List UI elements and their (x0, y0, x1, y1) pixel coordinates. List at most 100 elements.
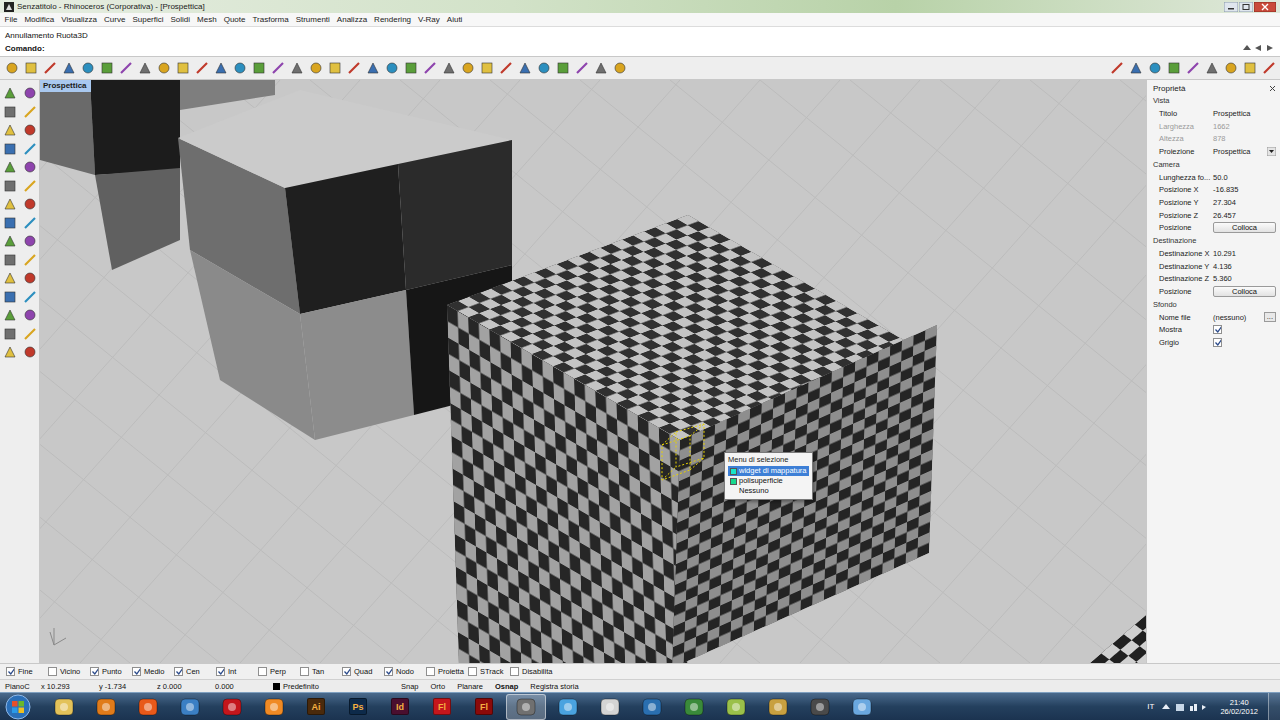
viewport-title[interactable]: Prospettica (40, 80, 91, 92)
toolbar-button[interactable] (1109, 60, 1124, 76)
toolbar-button[interactable] (1166, 60, 1181, 76)
menu-item[interactable]: Superfici (129, 15, 167, 24)
menu-item[interactable]: Solidi (167, 15, 194, 24)
toolbox-button[interactable] (21, 306, 39, 325)
status-toggle[interactable]: Orto (425, 682, 452, 691)
toolbar-button[interactable] (403, 60, 418, 76)
osnap-option[interactable]: Tan (300, 667, 342, 676)
property-checkbox[interactable] (1213, 325, 1222, 334)
osnap-checkbox[interactable] (258, 667, 267, 676)
property-value[interactable]: 878 (1213, 134, 1226, 143)
toolbox-button[interactable] (1, 325, 19, 344)
menu-item[interactable]: Curve (101, 15, 129, 24)
taskbar-app[interactable] (548, 694, 588, 720)
toolbox-button[interactable] (21, 121, 39, 140)
perspective-viewport[interactable]: ProspetticaMenu di selezionewidget di ma… (40, 80, 1146, 663)
osnap-option[interactable]: Proietta (426, 667, 468, 676)
place-button[interactable]: Colloca (1213, 222, 1276, 233)
property-value[interactable]: 50.0 (1213, 173, 1228, 182)
toolbar-button[interactable] (80, 60, 95, 76)
toolbox-button[interactable] (21, 325, 39, 344)
property-value[interactable]: 26.457 (1213, 211, 1236, 220)
property-value[interactable]: -16.835 (1213, 185, 1238, 194)
toolbox-button[interactable] (21, 214, 39, 233)
toolbar-button[interactable] (270, 60, 285, 76)
osnap-checkbox[interactable] (510, 667, 519, 676)
menu-item[interactable]: Quote (220, 15, 249, 24)
taskbar-app[interactable]: Fl (464, 694, 504, 720)
toolbox-button[interactable] (21, 84, 39, 103)
toolbox-button[interactable] (21, 195, 39, 214)
toolbar-button[interactable] (612, 60, 627, 76)
toolbar-button[interactable] (346, 60, 361, 76)
osnap-checkbox[interactable] (174, 667, 183, 676)
toolbox-button[interactable] (1, 232, 19, 251)
toolbox-button[interactable] (21, 232, 39, 251)
selection-menu-item[interactable]: widget di mappatura (728, 466, 809, 476)
taskbar-app[interactable] (506, 694, 546, 720)
toolbar-button[interactable] (1185, 60, 1200, 76)
osnap-checkbox[interactable] (384, 667, 393, 676)
toolbox-button[interactable] (1, 269, 19, 288)
property-value[interactable]: 4.136 (1213, 262, 1232, 271)
command-nav-icon[interactable] (1241, 44, 1275, 52)
current-layer[interactable]: Predefinito (273, 682, 395, 691)
toolbox-button[interactable] (21, 177, 39, 196)
toolbar-button[interactable] (1242, 60, 1257, 76)
taskbar-app[interactable] (800, 694, 840, 720)
taskbar-app[interactable] (86, 694, 126, 720)
restore-icon[interactable] (1239, 2, 1253, 12)
toolbar-button[interactable] (422, 60, 437, 76)
status-toggle[interactable]: Registra storia (524, 682, 584, 691)
corner-object[interactable] (1090, 615, 1146, 663)
menu-item[interactable]: File (1, 15, 21, 24)
toolbar-button[interactable] (517, 60, 532, 76)
close-icon[interactable] (1269, 85, 1276, 92)
taskbar-app[interactable] (44, 694, 84, 720)
toolbox-button[interactable] (21, 288, 39, 307)
toolbar-button[interactable] (498, 60, 513, 76)
taskbar-app[interactable] (758, 694, 798, 720)
toolbar-button[interactable] (574, 60, 589, 76)
toolbox-button[interactable] (21, 140, 39, 159)
toolbox-button[interactable] (1, 84, 19, 103)
toolbar-button[interactable] (42, 60, 57, 76)
menu-item[interactable]: Analizza (333, 15, 370, 24)
osnap-checkbox[interactable] (90, 667, 99, 676)
osnap-option[interactable]: Disabilita (510, 667, 556, 676)
osnap-option[interactable]: Perp (258, 667, 300, 676)
scene-canvas[interactable] (40, 80, 1146, 663)
taskbar-app[interactable] (254, 694, 294, 720)
toolbox-button[interactable] (1, 343, 19, 362)
toolbar-button[interactable] (1204, 60, 1219, 76)
property-dropdown[interactable]: Prospettica (1213, 147, 1276, 156)
toolbox-button[interactable] (1, 158, 19, 177)
property-value[interactable]: 5.360 (1213, 274, 1232, 283)
toolbar-button[interactable] (536, 60, 551, 76)
selection-menu-item[interactable]: Nessuno (728, 486, 809, 496)
toolbar-button[interactable] (1147, 60, 1162, 76)
osnap-checkbox[interactable] (468, 667, 477, 676)
osnap-checkbox[interactable] (6, 667, 15, 676)
osnap-option[interactable]: Quad (342, 667, 384, 676)
osnap-checkbox[interactable] (216, 667, 225, 676)
toolbox-button[interactable] (21, 103, 39, 122)
osnap-checkbox[interactable] (132, 667, 141, 676)
toolbar-button[interactable] (593, 60, 608, 76)
taskbar-app[interactable] (716, 694, 756, 720)
toolbox-button[interactable] (1, 306, 19, 325)
taskbar-app[interactable] (212, 694, 252, 720)
toolbar-button[interactable] (156, 60, 171, 76)
toolbar-button[interactable] (384, 60, 399, 76)
osnap-option[interactable]: Medio (132, 667, 174, 676)
toolbox-button[interactable] (21, 343, 39, 362)
status-toggle[interactable]: Planare (451, 682, 489, 691)
osnap-option[interactable]: STrack (468, 667, 510, 676)
toolbox-button[interactable] (1, 103, 19, 122)
windows-start-icon[interactable] (4, 693, 32, 720)
osnap-option[interactable]: Vicino (48, 667, 90, 676)
toolbox-button[interactable] (1, 195, 19, 214)
osnap-option[interactable]: Cen (174, 667, 216, 676)
construction-plane[interactable]: PianoC (5, 682, 41, 691)
osnap-option[interactable]: Fine (6, 667, 48, 676)
